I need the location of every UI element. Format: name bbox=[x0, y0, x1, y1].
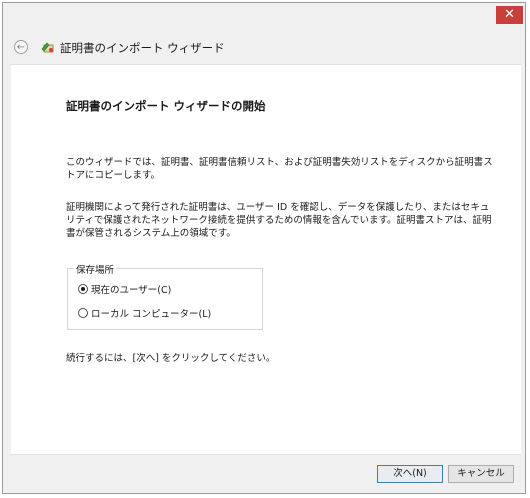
local-machine-option[interactable]: ローカル コンピューター(L) bbox=[78, 306, 211, 320]
wizard-content-panel: 証明書のインポート ウィザードの開始 このウィザードでは、証明書、証明書信頼リス… bbox=[11, 64, 521, 455]
local-machine-label: ローカル コンピューター(L) bbox=[91, 309, 212, 320]
back-button[interactable]: ← bbox=[14, 40, 28, 54]
next-button[interactable]: 次へ(N) bbox=[377, 465, 443, 483]
page-heading: 証明書のインポート ウィザードの開始 bbox=[66, 99, 266, 113]
continue-instruction: 続行するには、[次へ] をクリックしてください。 bbox=[66, 353, 276, 364]
cancel-button[interactable]: キャンセル bbox=[448, 465, 514, 483]
back-arrow-icon: ← bbox=[16, 42, 26, 53]
intro-paragraph: このウィザードでは、証明書、証明書信頼リスト、および証明書失効リストをディスクか… bbox=[66, 157, 493, 181]
current-user-label: 現在のユーザー(C) bbox=[91, 285, 172, 296]
local-machine-radio[interactable] bbox=[78, 308, 88, 318]
certificate-wizard-icon bbox=[41, 42, 54, 53]
store-location-group: 保存場所 現在のユーザー(C) ローカル コンピューター(L) bbox=[67, 262, 263, 330]
header-title: 証明書のインポート ウィザード bbox=[60, 41, 225, 55]
store-location-legend: 保存場所 bbox=[74, 262, 117, 276]
certificate-import-wizard-window: ✕ ← 証明書のインポート ウィザード 証明書のインポート ウィザードの開始 こ… bbox=[2, 2, 526, 494]
description-paragraph: 証明機関によって発行された証明書は、ユーザー ID を確認し、データを保護したり… bbox=[66, 202, 492, 239]
current-user-radio[interactable] bbox=[78, 284, 88, 294]
current-user-option[interactable]: 現在のユーザー(C) bbox=[78, 282, 171, 296]
close-button[interactable]: ✕ bbox=[496, 6, 523, 24]
